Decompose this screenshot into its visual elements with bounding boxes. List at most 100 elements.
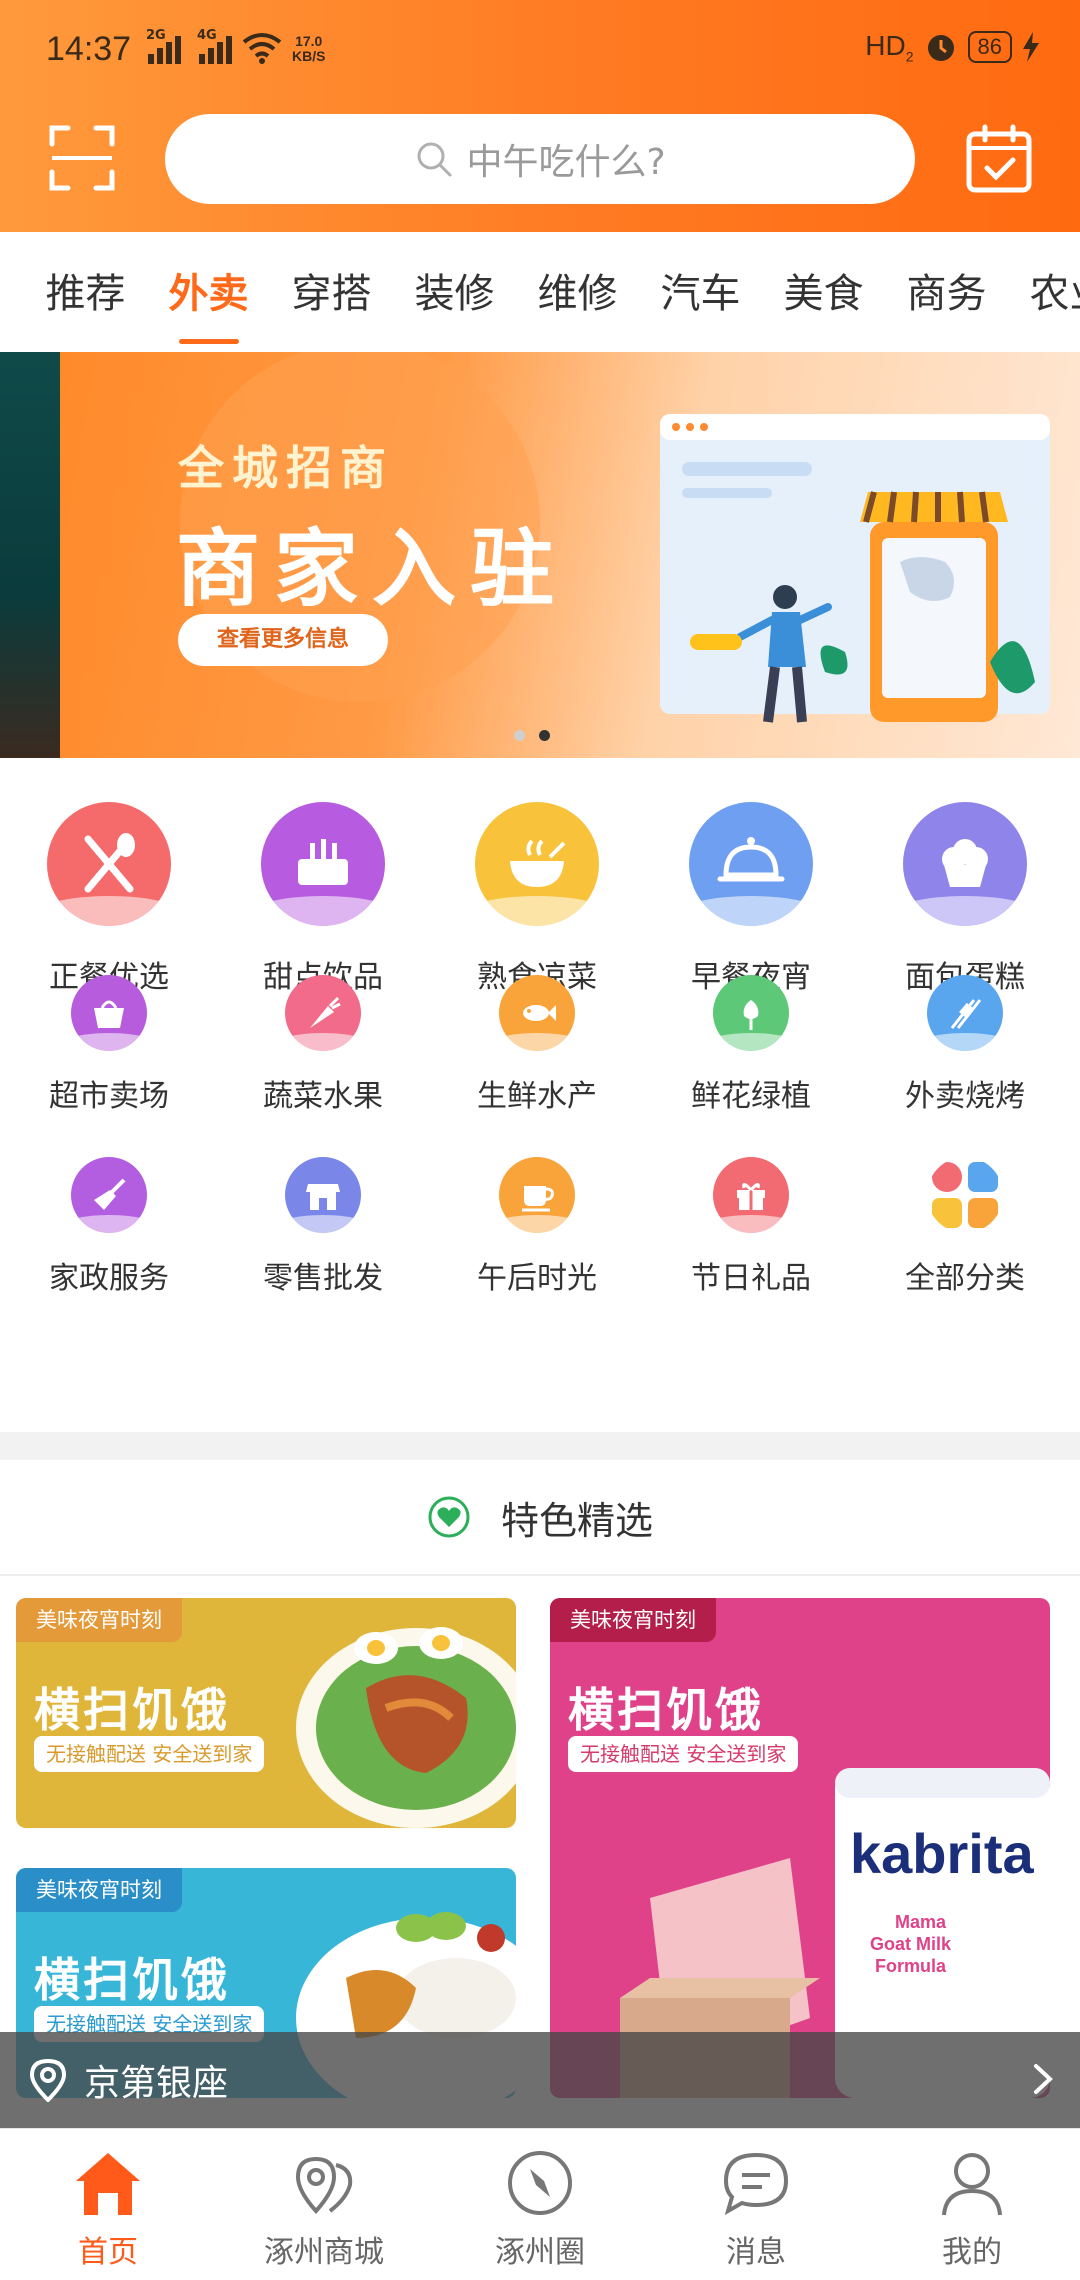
category-item[interactable]: 正餐优选 [2, 790, 216, 995]
location-name: 京第银座 [84, 2063, 229, 2104]
banner-more-button[interactable]: 查看更多信息 [178, 614, 388, 666]
signal-4g-icon: 4G [197, 28, 232, 64]
card-title: 横扫饥饿 [34, 1953, 230, 2007]
category-grid: 正餐优选 甜点饮品 熟食凉菜 早餐夜宵 [0, 790, 1080, 1337]
section-divider [0, 1432, 1080, 1460]
fish-icon [499, 975, 575, 1051]
category-tabs: 推荐 外卖 穿搭 装修 维修 汽车 美食 商务 农业 [0, 232, 1080, 352]
category-item[interactable]: 生鲜水产 [430, 975, 644, 1157]
banner-dot[interactable] [514, 730, 525, 741]
map-pin-icon [295, 2156, 353, 2214]
featured-card[interactable]: kabrita Mama Goat Milk Formula 美味夜宵时刻 横扫… [550, 1598, 1050, 2098]
compass-icon [508, 2151, 572, 2215]
cupcake-icon [903, 802, 1027, 926]
category-item[interactable]: 蔬菜水果 [216, 975, 430, 1157]
search-placeholder: 中午吃什么? [466, 142, 666, 183]
category-item[interactable]: 节日礼品 [644, 1157, 858, 1337]
all-categories-icon [927, 1157, 1003, 1233]
battery-level: 86 [967, 31, 1012, 64]
header: 14:37 2G 4G 17.0 KB/S HD2 86 中午吃什么? [0, 0, 1080, 232]
status-right: HD2 86 [865, 30, 1040, 65]
nav-circle[interactable]: 涿州圈 [432, 2129, 648, 2280]
nav-home[interactable]: 首页 [0, 2129, 216, 2280]
featured-card[interactable]: 美味夜宵时刻 横扫饥饿 无接触配送 安全送到家 [16, 1598, 516, 1828]
charging-icon [1023, 32, 1039, 63]
chevron-right-icon[interactable] [1032, 2062, 1054, 2096]
network-speed: 17.0 KB/S [292, 33, 326, 64]
category-item[interactable]: 面包蛋糕 [858, 790, 1072, 995]
tab-business[interactable]: 商务 [885, 232, 1008, 352]
card-title: 横扫饥饿 [568, 1683, 764, 1737]
message-icon [723, 2152, 789, 2216]
calendar-check-icon[interactable] [965, 124, 1033, 194]
banner-slide: 全城招商 商家入驻 查看更多信息 [60, 352, 1080, 758]
tab-repair[interactable]: 维修 [516, 232, 639, 352]
category-item[interactable]: 零售批发 [216, 1157, 430, 1337]
store-icon [285, 1157, 361, 1233]
tab-auto[interactable]: 汽车 [639, 232, 762, 352]
banner-previous-slide [0, 352, 60, 758]
nav-messages[interactable]: 消息 [648, 2129, 864, 2280]
tab-decoration[interactable]: 装修 [393, 232, 516, 352]
user-icon [942, 2153, 1002, 2216]
card-subtitle: 无接触配送 安全送到家 [34, 1736, 265, 1772]
category-item[interactable]: 外卖烧烤 [858, 975, 1072, 1157]
network-indicators: 2G 4G 17.0 KB/S [146, 28, 326, 64]
goat-milk-product-image: kabrita Mama Goat Milk Formula [620, 1768, 1050, 2098]
tab-takeout[interactable]: 外卖 [147, 232, 270, 352]
search-icon [417, 142, 452, 177]
tab-recommend[interactable]: 推荐 [24, 232, 147, 352]
home-icon [76, 2153, 140, 2215]
tab-fashion[interactable]: 穿搭 [270, 232, 393, 352]
banner-title: 商家入驻 [176, 520, 569, 618]
cup-icon [499, 1157, 575, 1233]
scan-icon[interactable] [48, 124, 116, 192]
location-pin-icon [29, 2058, 67, 2102]
fork-knife-icon [47, 802, 171, 926]
card-subtitle: 无接触配送 安全送到家 [568, 1736, 799, 1772]
category-item[interactable]: 午后时光 [430, 1157, 644, 1337]
heart-icon [428, 1496, 470, 1538]
hd-indicator: HD2 [865, 30, 914, 65]
nav-profile[interactable]: 我的 [864, 2129, 1080, 2280]
category-item[interactable]: 超市卖场 [2, 975, 216, 1157]
category-item[interactable]: 家政服务 [2, 1157, 216, 1337]
bowl-steam-icon [475, 802, 599, 926]
flower-icon [713, 975, 789, 1051]
signal-2g-icon: 2G [146, 28, 181, 64]
category-item[interactable]: 鲜花绿植 [644, 975, 858, 1157]
category-item[interactable]: 熟食凉菜 [430, 790, 644, 995]
promo-banner[interactable]: 全城招商 商家入驻 查看更多信息 [0, 352, 1080, 758]
card-tag: 美味夜宵时刻 [16, 1868, 182, 1912]
chicken-dish-image [296, 1627, 516, 1828]
tab-food[interactable]: 美食 [762, 232, 885, 352]
card-tag: 美味夜宵时刻 [550, 1598, 716, 1642]
location-bar[interactable]: 京第银座 [0, 2032, 1080, 2128]
banner-pagination [514, 730, 550, 741]
nav-mall[interactable]: 涿州商城 [216, 2129, 432, 2280]
cloche-icon [689, 802, 813, 926]
category-item[interactable]: 早餐夜宵 [644, 790, 858, 995]
card-title: 横扫饥饿 [34, 1683, 230, 1737]
carrot-icon [285, 975, 361, 1051]
card-tag: 美味夜宵时刻 [16, 1598, 182, 1642]
svg-text:Formula: Formula [875, 1956, 947, 1976]
svg-text:kabrita: kabrita [850, 1822, 1034, 1885]
featured-header: 特色精选 [0, 1460, 1080, 1576]
status-time: 14:37 [46, 30, 132, 68]
basket-icon [71, 975, 147, 1051]
cake-candles-icon [261, 802, 385, 926]
alarm-icon [927, 35, 954, 62]
tab-agriculture[interactable]: 农业 [1008, 232, 1080, 352]
svg-text:Mama: Mama [895, 1912, 947, 1932]
bottom-navigation: 首页 涿州商城 涿州圈 消息 我的 [0, 2128, 1080, 2280]
skewer-icon [927, 975, 1003, 1051]
category-item[interactable]: 甜点饮品 [216, 790, 430, 995]
featured-title: 特色精选 [500, 1498, 653, 1543]
category-item[interactable]: 全部分类 [858, 1157, 1072, 1337]
banner-dot-active[interactable] [539, 730, 550, 741]
search-input[interactable]: 中午吃什么? [165, 114, 915, 204]
banner-subtitle: 全城招商 [178, 441, 394, 495]
merchant-illustration [660, 414, 1050, 723]
status-bar: 14:37 2G 4G 17.0 KB/S HD2 86 [0, 0, 1080, 105]
